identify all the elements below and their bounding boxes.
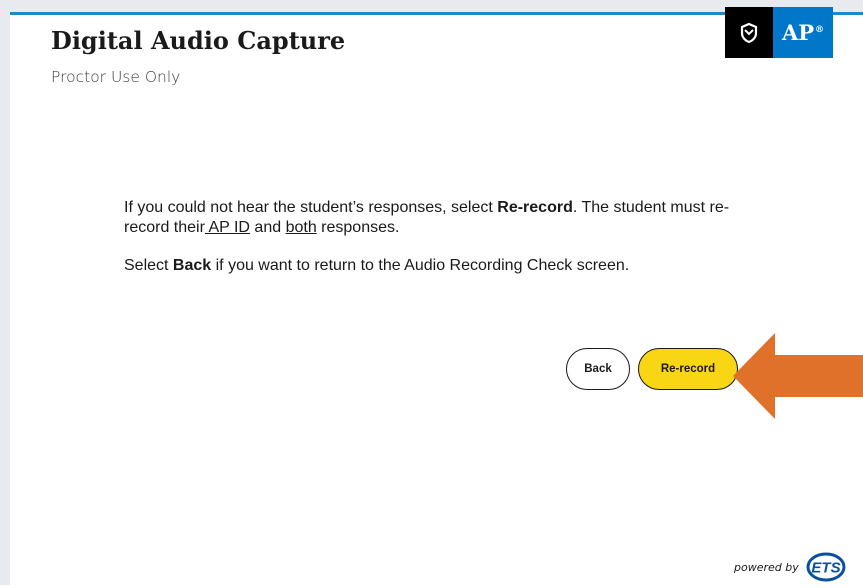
rerecord-emphasis: Re-record	[497, 199, 573, 216]
text-segment: and	[249, 219, 286, 236]
back-instruction: Select Back if you want to return to the…	[124, 256, 744, 276]
ap-logo-text: AP ®	[773, 7, 833, 58]
text-segment: if you want to return to the Audio Recor…	[211, 257, 630, 274]
registered-mark: ®	[815, 24, 825, 35]
text-segment: Select	[124, 257, 173, 274]
powered-by-footer: powered by ETS	[734, 552, 852, 582]
ets-logo-icon: ETS	[806, 552, 846, 582]
both-link[interactable]: both	[286, 219, 317, 236]
ets-logo-text: ETS	[811, 560, 840, 577]
rerecord-instruction: If you could not hear the student’s resp…	[124, 198, 744, 238]
page-title: Digital Audio Capture	[51, 26, 346, 55]
ap-id-link[interactable]: AP ID	[205, 219, 250, 236]
text-segment: If you could not hear the student’s resp…	[124, 199, 498, 216]
college-board-shield-icon	[725, 7, 773, 58]
main-panel	[10, 12, 863, 588]
instruction-message: If you could not hear the student’s resp…	[124, 198, 744, 276]
back-emphasis: Back	[172, 257, 212, 274]
ap-brand-logo: AP ®	[725, 7, 833, 58]
arrow-left-icon	[733, 333, 863, 419]
ap-label: AP	[781, 20, 815, 45]
powered-by-text: powered by	[734, 560, 799, 574]
back-button[interactable]: Back	[566, 348, 630, 390]
text-segment: responses.	[316, 219, 400, 236]
rerecord-button[interactable]: Re-record	[638, 348, 738, 390]
page-subtitle: Proctor Use Only	[51, 68, 181, 86]
